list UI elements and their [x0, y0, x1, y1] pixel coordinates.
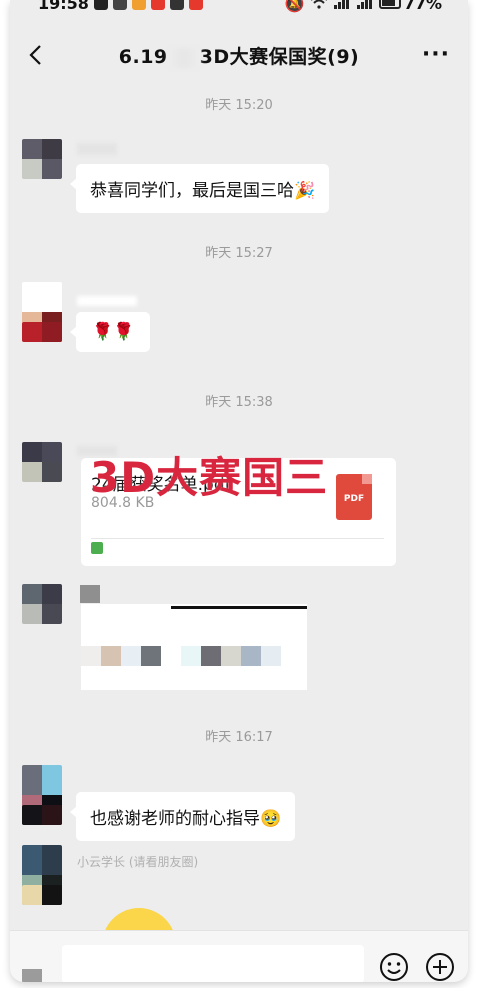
avatar[interactable] [22, 442, 62, 482]
battery-icon [378, 0, 401, 9]
app-icon [112, 0, 127, 10]
timestamp: 昨天 16:17 [205, 730, 273, 745]
weibo-icon [150, 0, 165, 10]
divider [91, 538, 384, 539]
wechat-mini-icon [91, 542, 103, 554]
sender-name [77, 296, 137, 306]
message-input[interactable] [62, 945, 364, 982]
clock: 19:58 [38, 0, 89, 13]
message-list[interactable]: 昨天 15:20 恭喜同学们，最后是国三哈🎉 昨天 15:27 🌹🌹 昨天 15… [10, 80, 468, 982]
avatar-lower [22, 885, 62, 905]
emoji-button[interactable] [378, 951, 410, 982]
more-actions-button[interactable] [424, 951, 456, 982]
battery-indicator: 77% [378, 0, 442, 13]
sender-name: 小云学长 (请看朋友圈) [77, 855, 199, 869]
pleading-face-emoji: 🥹 [260, 809, 282, 829]
pdf-icon: PDF [336, 474, 372, 520]
chat-window: 19:58 🔕 77% 6.19 3D大赛保国奖(9) ··· 昨天 15:20… [10, 0, 468, 982]
blurred-region [167, 47, 200, 68]
more-button[interactable]: ··· [422, 42, 450, 67]
link-card[interactable] [81, 604, 307, 690]
smiley-icon [380, 953, 408, 981]
timestamp: 昨天 15:38 [205, 395, 273, 410]
avatar-lower [22, 322, 62, 342]
status-bar: 19:58 🔕 77% [10, 0, 468, 15]
message-text: 也感谢老师的耐心指导 [90, 809, 260, 829]
signal-icon [333, 0, 351, 13]
sender-name [77, 143, 117, 155]
avatar-lower [22, 805, 62, 825]
pixelated-content [81, 646, 301, 666]
message-bubble[interactable]: 也感谢老师的耐心指导🥹 [69, 792, 296, 841]
app-icon [93, 0, 108, 10]
battery-level: 77% [403, 0, 442, 13]
chat-header: 6.19 3D大赛保国奖(9) ··· [10, 30, 468, 80]
avatar[interactable] [22, 139, 62, 179]
chat-title-part: 3D大赛保国奖(9) [199, 46, 360, 68]
chat-title: 6.19 3D大赛保国奖(9) [10, 42, 468, 69]
mute-icon: 🔕 [284, 0, 305, 13]
voice-button[interactable] [22, 969, 42, 982]
app-icon [188, 0, 203, 10]
avatar[interactable] [22, 584, 62, 624]
plus-circle-icon [426, 953, 454, 981]
divider [171, 606, 307, 609]
timestamp: 昨天 15:20 [205, 98, 273, 113]
timestamp: 昨天 15:27 [205, 246, 273, 261]
message-text: 恭喜同学们，最后是国三哈 [90, 181, 294, 201]
chat-title-part: 6.19 [118, 46, 168, 68]
pdf-icon-label: PDF [343, 494, 365, 504]
message-bubble[interactable]: 🌹🌹 [69, 312, 151, 352]
input-bar [10, 930, 468, 982]
party-popper-emoji: 🎉 [294, 181, 316, 201]
wechat-icon [169, 0, 184, 10]
app-icon [131, 0, 146, 10]
sender-name-redacted [80, 585, 100, 603]
wifi-icon [310, 0, 328, 13]
file-source [91, 542, 103, 554]
message-bubble[interactable]: 恭喜同学们，最后是国三哈🎉 [69, 164, 330, 213]
rose-emoji: 🌹🌹 [92, 322, 135, 342]
signal-icon [356, 0, 374, 13]
overlay-caption: 3D大赛国三 [90, 453, 329, 502]
